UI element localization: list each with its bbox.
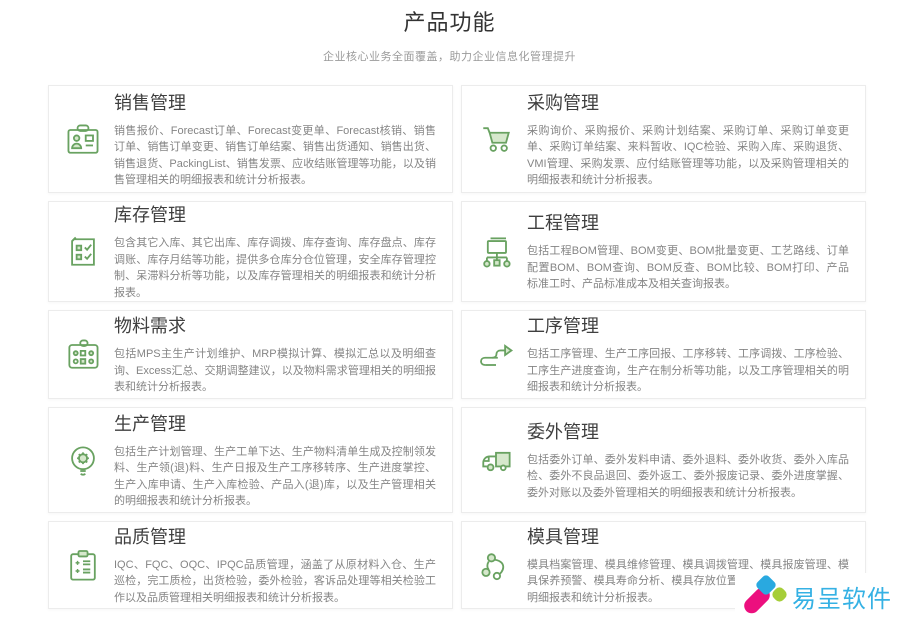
card-engineering-management: 工程管理 包括工程BOM管理、BOM变更、BOM批量变更、工艺路线、订单配置BO…	[461, 201, 866, 302]
card-outsourcing-management: 委外管理 包括委外订单、委外发料申请、委外退料、委外收货、委外入库品检、委外不良…	[461, 407, 866, 513]
card-title: 生产管理	[114, 412, 436, 436]
brand-logo-icon	[741, 576, 787, 616]
card-inventory-management: 库存管理 包含其它入库、其它出库、库存调拨、库存查询、库存盘点、库存调账、库存月…	[48, 201, 453, 302]
card-purchase-management: 采购管理 采购询价、采购报价、采购计划结案、采购订单、采购订单变更单、采购订单结…	[461, 85, 866, 193]
card-title: 销售管理	[114, 91, 436, 115]
card-description: 包括MPS主生产计划维护、MRP模拟计算、模拟汇总以及明细查询、Excess汇总…	[114, 346, 436, 396]
molecule-icon	[476, 546, 516, 586]
card-title: 工程管理	[527, 211, 849, 235]
card-description: 包括委外订单、委外发料申请、委外退料、委外收货、委外入库品检、委外不良品退回、委…	[527, 452, 849, 502]
card-description: IQC、FQC、OQC、IPQC品质管理，涵盖了从原材料入仓、生产巡检，完工质检…	[114, 557, 436, 607]
card-title: 模具管理	[527, 525, 849, 549]
card-title: 采购管理	[527, 91, 849, 115]
feature-card-grid: 销售管理 销售报价、Forecast订单、Forecast变更单、Forecas…	[48, 85, 866, 609]
card-description: 销售报价、Forecast订单、Forecast变更单、Forecast核销、销…	[114, 123, 436, 189]
clipboard-icon	[63, 546, 103, 586]
card-title: 品质管理	[114, 525, 436, 549]
card-description: 包含其它入库、其它出库、库存调拨、库存查询、库存盘点、库存调账、库存月结等功能，…	[114, 235, 436, 301]
card-process-management: 工序管理 包括工序管理、生产工序回报、工序移转、工序调拨、工序检验、工序生产进度…	[461, 310, 866, 399]
hierarchy-icon	[476, 232, 516, 272]
card-description: 采购询价、采购报价、采购计划结案、采购订单、采购订单变更单、采购订单结案、来料暂…	[527, 123, 849, 189]
card-title: 库存管理	[114, 203, 436, 227]
card-description: 包括工序管理、生产工序回报、工序移转、工序调拨、工序检验、工序生产进度查询，生产…	[527, 346, 849, 396]
brand-logo: 易呈软件	[735, 573, 896, 619]
page-subtitle: 企业核心业务全面覆盖，助力企业信息化管理提升	[0, 48, 899, 64]
page-title: 产品功能	[0, 5, 899, 37]
card-production-management: 生产管理 包括生产计划管理、生产工单下达、生产物料清单生成及控制领发料、生产领(…	[48, 407, 453, 513]
card-quality-management: 品质管理 IQC、FQC、OQC、IPQC品质管理，涵盖了从原材料入仓、生产巡检…	[48, 521, 453, 609]
page-header: 产品功能 企业核心业务全面覆盖，助力企业信息化管理提升	[0, 0, 899, 64]
checklist-icon	[63, 232, 103, 272]
card-description: 包括生产计划管理、生产工单下达、生产物料清单生成及控制领发料、生产领(退)料、生…	[114, 444, 436, 510]
card-title: 委外管理	[527, 420, 849, 444]
calendar-icon	[63, 335, 103, 375]
truck-icon	[476, 441, 516, 481]
card-title: 工序管理	[527, 314, 849, 338]
card-sales-management: 销售管理 销售报价、Forecast订单、Forecast变更单、Forecas…	[48, 85, 453, 193]
cart-icon	[476, 120, 516, 160]
card-description: 包括工程BOM管理、BOM变更、BOM批量变更、工艺路线、订单配置BOM、BOM…	[527, 243, 849, 293]
card-material-requirements: 物料需求 包括MPS主生产计划维护、MRP模拟计算、模拟汇总以及明细查询、Exc…	[48, 310, 453, 399]
brand-logo-text: 易呈软件	[792, 579, 892, 614]
flow-arrows-icon	[476, 335, 516, 375]
bulb-gear-icon	[63, 441, 103, 481]
card-title: 物料需求	[114, 314, 436, 338]
id-badge-icon	[63, 120, 103, 160]
